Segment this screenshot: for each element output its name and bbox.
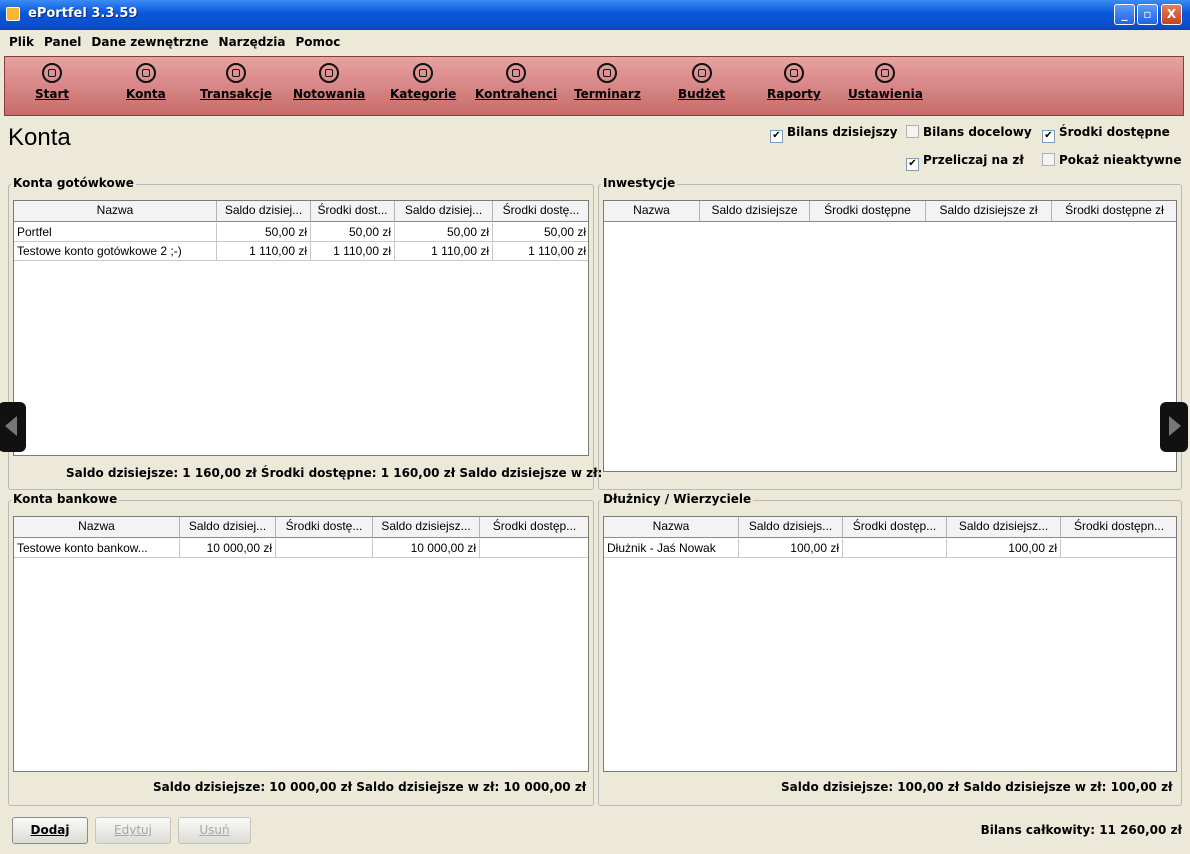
reports-icon bbox=[783, 63, 804, 83]
column-header[interactable]: Nazwa bbox=[604, 517, 739, 537]
column-header[interactable]: Środki dostępn... bbox=[1061, 517, 1176, 537]
start-icon bbox=[42, 63, 63, 83]
table-header: Nazwa Saldo dzisiejsze Środki dostępne S… bbox=[604, 201, 1176, 222]
column-header[interactable]: Środki dostęp... bbox=[843, 517, 947, 537]
quotes-icon bbox=[319, 63, 340, 83]
column-header[interactable]: Nazwa bbox=[14, 201, 217, 221]
bilans-dzisiejszy-checkbox[interactable]: ✔ Bilans dzisiejszy bbox=[770, 125, 897, 143]
column-header[interactable]: Saldo dzisiejsze bbox=[700, 201, 810, 221]
previous-panel-button[interactable] bbox=[0, 402, 26, 452]
contractors-icon bbox=[506, 63, 527, 83]
column-header[interactable]: Środki dostępne bbox=[810, 201, 926, 221]
toolbar-raporty-button[interactable]: Raporty bbox=[767, 63, 821, 101]
column-header[interactable]: Środki dostępne zł bbox=[1052, 201, 1176, 221]
column-header[interactable]: Nazwa bbox=[604, 201, 700, 221]
toolbar-ustawienia-button[interactable]: Ustawienia bbox=[848, 63, 923, 101]
przeliczaj-checkbox[interactable]: ✔ Przeliczaj na zł bbox=[906, 153, 1024, 171]
page-title: Konta bbox=[8, 124, 71, 151]
menu-dane-zewnetrzne[interactable]: Dane zewnętrzne bbox=[86, 32, 213, 49]
column-header[interactable]: Środki dostę... bbox=[493, 201, 588, 221]
toolbar-kontrahenci-button[interactable]: Kontrahenci bbox=[475, 63, 557, 101]
arrow-left-icon bbox=[5, 416, 17, 436]
bank-accounts-table[interactable]: Nazwa Saldo dzisiej... Środki dostę... S… bbox=[13, 516, 589, 772]
column-header[interactable]: Saldo dzisiejsz... bbox=[947, 517, 1061, 537]
column-header[interactable]: Saldo dzisiej... bbox=[180, 517, 276, 537]
checkbox-box: ✔ bbox=[906, 158, 919, 171]
menu-plik[interactable]: Plik bbox=[4, 32, 39, 49]
investments-table[interactable]: Nazwa Saldo dzisiejsze Środki dostępne S… bbox=[603, 200, 1177, 472]
add-button[interactable]: Dodaj bbox=[12, 817, 88, 844]
table-row[interactable]: Testowe konto bankow... 10 000,00 zł 10 … bbox=[14, 539, 588, 558]
column-header[interactable]: Saldo dzisiejs... bbox=[739, 517, 843, 537]
column-header[interactable]: Środki dostę... bbox=[276, 517, 373, 537]
toolbar-konta-button[interactable]: Konta bbox=[126, 63, 166, 101]
table-row[interactable]: Testowe konto gotówkowe 2 ;-) 1 110,00 z… bbox=[14, 242, 588, 261]
app-icon bbox=[6, 7, 20, 21]
maximize-button[interactable]: ▫ bbox=[1137, 4, 1158, 25]
group-title: Inwestycje bbox=[601, 176, 678, 190]
accounts-icon bbox=[135, 63, 156, 83]
debtors-table[interactable]: Nazwa Saldo dzisiejs... Środki dostęp...… bbox=[603, 516, 1177, 772]
toolbar-notowania-button[interactable]: Notowania bbox=[293, 63, 365, 101]
table-row[interactable]: Dłużnik - Jaś Nowak 100,00 zł 100,00 zł bbox=[604, 539, 1176, 558]
cash-accounts-table[interactable]: Nazwa Saldo dzisiej... Środki dost... Sa… bbox=[13, 200, 589, 456]
next-panel-button[interactable] bbox=[1160, 402, 1188, 452]
main-toolbar: Start Konta Transakcje Notowania Kategor… bbox=[4, 56, 1184, 116]
pokaz-nieaktywne-checkbox[interactable]: Pokaż nieaktywne bbox=[1042, 153, 1181, 167]
minimize-button[interactable]: _ bbox=[1114, 4, 1135, 25]
group-title: Konta gotówkowe bbox=[11, 176, 136, 190]
title-bar: ePortfel 3.3.59 _ ▫ X bbox=[0, 0, 1190, 30]
delete-button[interactable]: Usuń bbox=[178, 817, 251, 844]
toolbar-budzet-button[interactable]: Budżet bbox=[678, 63, 725, 101]
calendar-icon bbox=[597, 63, 618, 83]
budget-icon bbox=[691, 63, 712, 83]
settings-icon bbox=[875, 63, 896, 83]
checkbox-box bbox=[906, 125, 919, 138]
column-header[interactable]: Saldo dzisiej... bbox=[395, 201, 493, 221]
column-header[interactable]: Saldo dzisiejsz... bbox=[373, 517, 480, 537]
checkbox-box: ✔ bbox=[770, 130, 783, 143]
toolbar-terminarz-button[interactable]: Terminarz bbox=[574, 63, 641, 101]
total-balance: Bilans całkowity: 11 260,00 zł bbox=[980, 823, 1182, 837]
menu-pomoc[interactable]: Pomoc bbox=[291, 32, 346, 49]
bilans-docelowy-checkbox[interactable]: Bilans docelowy bbox=[906, 125, 1032, 139]
arrow-right-icon bbox=[1169, 416, 1181, 436]
checkbox-box bbox=[1042, 153, 1055, 166]
close-button[interactable]: X bbox=[1161, 4, 1182, 25]
menu-bar: Plik Panel Dane zewnętrzne Narzędzia Pomoc bbox=[0, 32, 1190, 54]
column-header[interactable]: Nazwa bbox=[14, 517, 180, 537]
toolbar-transakcje-button[interactable]: Transakcje bbox=[200, 63, 272, 101]
cash-summary: Saldo dzisiejsze: 1 160,00 zł Środki dos… bbox=[66, 466, 603, 480]
menu-panel[interactable]: Panel bbox=[39, 32, 86, 49]
checkbox-box: ✔ bbox=[1042, 130, 1055, 143]
group-title: Konta bankowe bbox=[11, 492, 120, 506]
srodki-dostepne-checkbox[interactable]: ✔ Środki dostępne bbox=[1042, 125, 1170, 143]
edit-button[interactable]: Edytuj bbox=[95, 817, 171, 844]
column-header[interactable]: Saldo dzisiej... bbox=[217, 201, 311, 221]
toolbar-kategorie-button[interactable]: Kategorie bbox=[390, 63, 456, 101]
debtors-summary: Saldo dzisiejsze: 100,00 zł Saldo dzisie… bbox=[781, 780, 1173, 794]
column-header[interactable]: Środki dost... bbox=[311, 201, 395, 221]
menu-narzedzia[interactable]: Narzędzia bbox=[214, 32, 291, 49]
categories-icon bbox=[413, 63, 434, 83]
table-row[interactable]: Portfel 50,00 zł 50,00 zł 50,00 zł 50,00… bbox=[14, 223, 588, 242]
group-title: Dłużnicy / Wierzyciele bbox=[601, 492, 754, 506]
bank-summary: Saldo dzisiejsze: 10 000,00 zł Saldo dzi… bbox=[153, 780, 587, 794]
window-title: ePortfel 3.3.59 bbox=[28, 6, 138, 21]
column-header[interactable]: Środki dostęp... bbox=[480, 517, 588, 537]
transactions-icon bbox=[226, 63, 246, 83]
table-header: Nazwa Saldo dzisiejs... Środki dostęp...… bbox=[604, 517, 1176, 538]
column-header[interactable]: Saldo dzisiejsze zł bbox=[926, 201, 1052, 221]
toolbar-start-button[interactable]: Start bbox=[35, 63, 69, 101]
table-header: Nazwa Saldo dzisiej... Środki dostę... S… bbox=[14, 517, 588, 538]
table-header: Nazwa Saldo dzisiej... Środki dost... Sa… bbox=[14, 201, 588, 222]
